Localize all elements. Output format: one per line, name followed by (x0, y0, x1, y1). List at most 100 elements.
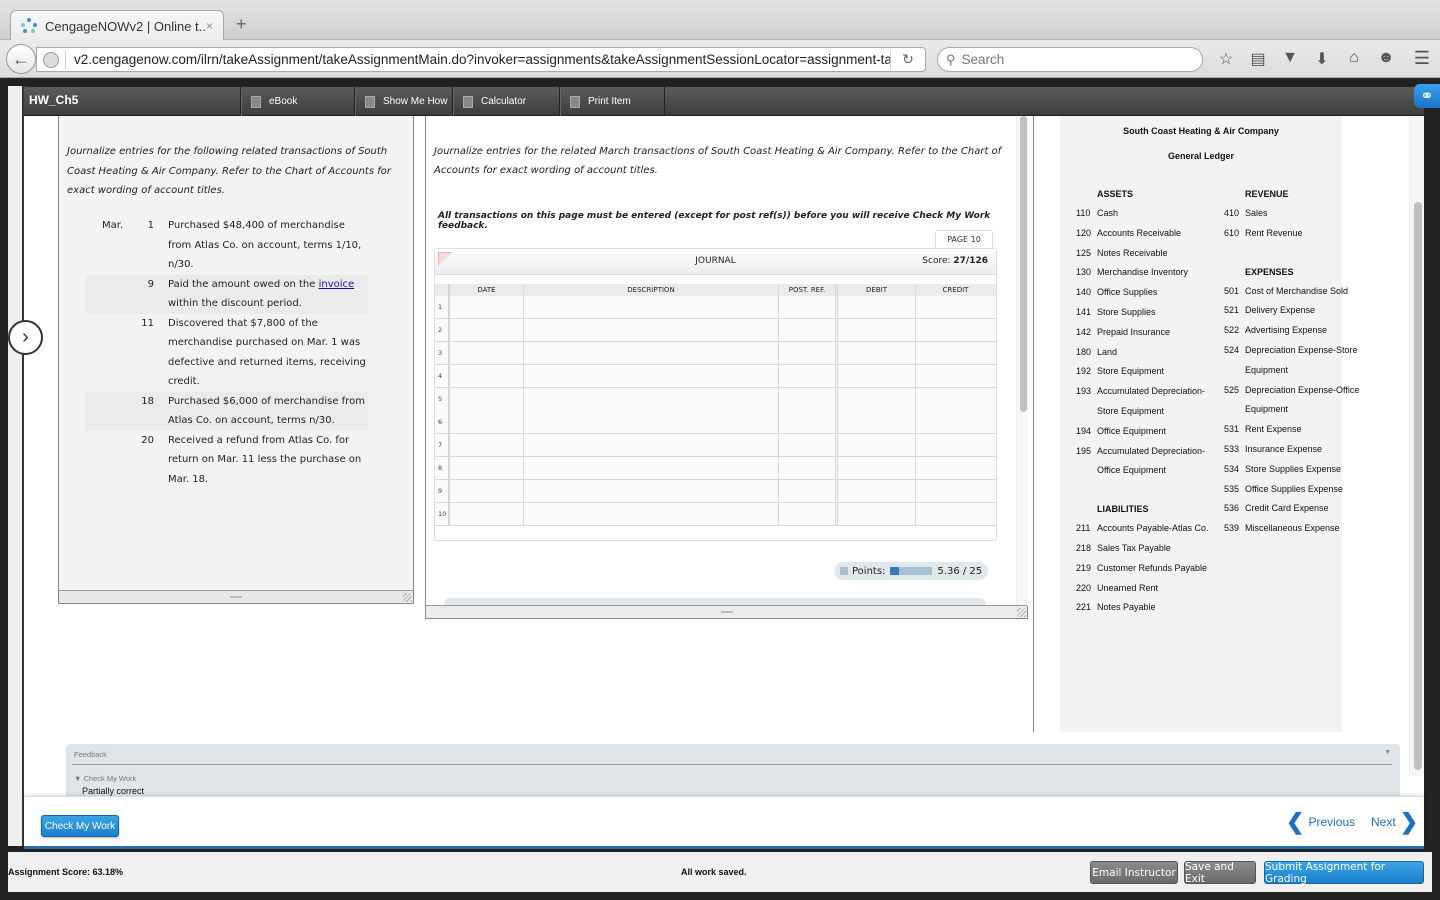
print-item-button[interactable]: Print Item (559, 87, 665, 116)
debit-cell[interactable] (835, 296, 915, 318)
description-cell[interactable] (523, 319, 778, 341)
post-ref-cell[interactable] (778, 434, 835, 456)
transaction-item: 11 Discovered that $7,800 of the merchan… (86, 314, 368, 392)
credit-cell[interactable] (915, 480, 995, 502)
date-cell[interactable] (448, 342, 523, 364)
credit-cell[interactable] (915, 365, 995, 387)
browser-tab[interactable]: CengageNOWv2 | Online t... × (10, 10, 224, 41)
debit-cell[interactable] (835, 319, 915, 341)
row-number: 8 (435, 457, 448, 479)
check-my-work-toggle[interactable]: ▼ Check My Work (74, 774, 136, 783)
post-ref-cell[interactable] (778, 342, 835, 364)
debit-cell[interactable] (835, 480, 915, 502)
account-number: 193 (1076, 386, 1092, 397)
credit-cell[interactable] (915, 503, 995, 525)
ebook-button[interactable]: eBook (240, 87, 354, 116)
description-cell[interactable] (523, 365, 778, 387)
url-bar[interactable]: v2.cengagenow.com/ilrn/takeAssignment/ta… (36, 47, 926, 72)
description-cell[interactable] (523, 388, 778, 433)
credit-cell[interactable] (915, 457, 995, 479)
check-my-work-button[interactable]: Check My Work (41, 815, 119, 837)
chat-icon[interactable]: ☻ (1370, 49, 1402, 69)
credit-cell[interactable] (915, 296, 995, 318)
date-cell[interactable] (448, 296, 523, 318)
transaction-month-blank (86, 275, 130, 314)
post-ref-cell[interactable] (778, 365, 835, 387)
description-cell[interactable] (523, 296, 778, 318)
date-cell[interactable] (448, 503, 523, 525)
reading-list-icon[interactable]: ▤ (1242, 49, 1274, 69)
back-button[interactable]: ← (6, 44, 36, 74)
debit-cell[interactable] (835, 434, 915, 456)
show-me-how-button[interactable]: Show Me How (354, 87, 452, 116)
description-cell[interactable] (523, 457, 778, 479)
caret-down-icon[interactable]: ▼ (1384, 749, 1391, 756)
credit-cell[interactable] (915, 388, 995, 433)
account-item: 531 Rent Expense (1224, 420, 1364, 440)
post-ref-cell[interactable] (778, 457, 835, 479)
date-cell[interactable] (448, 457, 523, 479)
download-icon[interactable]: ⬇ (1306, 49, 1338, 69)
post-ref-cell[interactable] (778, 388, 835, 433)
account-name: Depreciation Expense-Office Equipment (1245, 384, 1360, 415)
debit-cell[interactable] (835, 457, 915, 479)
debit-cell[interactable] (835, 342, 915, 364)
column-header-debit: DEBIT (835, 284, 915, 296)
points-progress-fill (890, 567, 900, 575)
account-item: 535 Office Supplies Expense (1224, 480, 1364, 500)
save-and-exit-button[interactable]: Save and Exit (1184, 861, 1256, 885)
description-cell[interactable] (523, 342, 778, 364)
page-tab[interactable]: PAGE 10 (935, 230, 993, 248)
debit-cell[interactable] (835, 388, 915, 433)
debit-cell[interactable] (835, 503, 915, 525)
new-tab-button[interactable]: + (236, 14, 247, 35)
star-icon[interactable]: ☆ (1210, 49, 1242, 69)
post-ref-cell[interactable] (778, 296, 835, 318)
resize-handle-icon[interactable] (403, 593, 412, 602)
reload-icon[interactable]: ↻ (891, 51, 925, 68)
browser-nav-bar: ← v2.cengagenow.com/ilrn/takeAssignment/… (0, 40, 1440, 78)
date-cell[interactable] (448, 365, 523, 387)
journal-panel-scrollbar[interactable] (1016, 116, 1028, 606)
panel-resize-bar[interactable] (426, 605, 1027, 618)
accounts-scrollbar[interactable] (1409, 116, 1424, 776)
description-cell[interactable] (523, 503, 778, 525)
home-icon[interactable]: ⌂ (1338, 49, 1370, 69)
panel-resize-bar[interactable] (59, 590, 413, 603)
account-item: 536 Credit Card Expense (1224, 499, 1364, 519)
credit-cell[interactable] (915, 319, 995, 341)
post-ref-cell[interactable] (778, 480, 835, 502)
debit-cell[interactable] (835, 365, 915, 387)
transaction-day: 20 (141, 434, 154, 446)
account-item: 219 Customer Refunds Payable (1076, 559, 1216, 579)
scrollbar-thumb[interactable] (1414, 202, 1422, 770)
date-cell[interactable] (448, 434, 523, 456)
scrollbar-thumb[interactable] (1020, 116, 1027, 412)
credit-cell[interactable] (915, 342, 995, 364)
headset-support-icon[interactable]: ⚭ (1414, 84, 1440, 108)
description-cell[interactable] (523, 434, 778, 456)
description-cell[interactable] (523, 480, 778, 502)
previous-button[interactable]: ❮ Previous (1286, 811, 1355, 833)
date-cell[interactable] (448, 319, 523, 341)
url-text[interactable]: v2.cengagenow.com/ilrn/takeAssignment/ta… (74, 52, 890, 67)
invoice-link[interactable]: invoice (319, 279, 355, 290)
search-input[interactable]: ⚲ Search (937, 47, 1203, 72)
menu-icon[interactable]: ☰ (1414, 48, 1430, 69)
date-cell[interactable] (448, 388, 523, 433)
transaction-month-blank (86, 314, 130, 392)
resize-handle-icon[interactable] (1017, 608, 1026, 617)
email-instructor-button[interactable]: Email Instructor (1090, 861, 1178, 884)
credit-cell[interactable] (915, 434, 995, 456)
date-cell[interactable] (448, 480, 523, 502)
expand-panel-button[interactable]: › (8, 320, 43, 355)
post-ref-cell[interactable] (778, 503, 835, 525)
pocket-icon[interactable]: ▼ (1274, 49, 1306, 69)
next-button[interactable]: Next ❯ (1371, 811, 1418, 833)
tab-close-icon[interactable]: × (206, 19, 213, 33)
post-ref-cell[interactable] (778, 319, 835, 341)
account-number: 140 (1076, 287, 1092, 298)
account-number: 535 (1224, 483, 1240, 494)
calculator-button[interactable]: Calculator (452, 87, 559, 116)
submit-assignment-button[interactable]: Submit Assignment for Grading (1264, 861, 1424, 885)
